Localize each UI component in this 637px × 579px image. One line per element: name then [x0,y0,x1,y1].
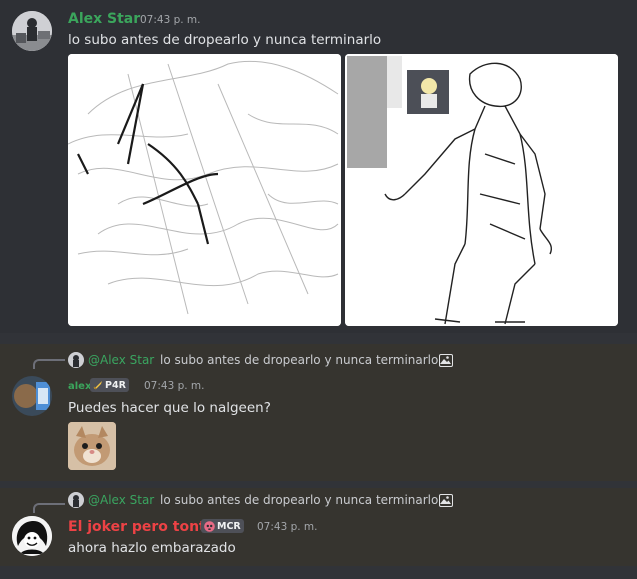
reply-mention[interactable]: @Alex Star [88,353,154,367]
message-alex-star: Alex Star 07:43 p. m. lo subo antes de d… [0,0,637,333]
reply-connector [33,359,65,369]
badge-label: P4R [105,379,126,391]
reply-mention[interactable]: @Alex Star [88,493,154,507]
timestamp: 07:43 p. m. [140,14,201,26]
reply-avatar[interactable] [68,352,84,368]
reply-text[interactable]: lo subo antes de dropearlo y nunca termi… [160,493,438,507]
reply-text[interactable]: lo subo antes de dropearlo y nunca termi… [160,353,438,367]
sketch-image-2[interactable] [345,54,618,326]
avatar[interactable] [12,376,52,416]
avatar[interactable] [12,516,52,556]
username[interactable]: alex [68,381,91,392]
image-icon [439,354,453,367]
badge-label: MCR [217,520,241,532]
username[interactable]: Alex Star [68,11,140,27]
message-alex: @Alex Star lo subo antes de dropearlo y … [0,344,637,481]
separator [0,481,637,488]
role-badge[interactable]: MCR [201,519,244,533]
message-el-joker: @Alex Star lo subo antes de dropearlo y … [0,488,637,566]
bottom-area [0,566,637,579]
sword-icon [93,381,102,390]
reply-avatar[interactable] [68,492,84,508]
sketch-image-1[interactable] [68,54,341,326]
reply-connector [33,503,65,513]
message-content: ahora hazlo embarazado [68,540,236,556]
role-badge[interactable]: P4R [90,378,129,392]
cat-image[interactable] [68,422,116,470]
avatar[interactable] [12,11,52,51]
image-icon [439,494,453,507]
timestamp: 07:43 p. m. [257,521,318,533]
username[interactable]: El joker pero tonto [68,519,215,535]
message-content: Puedes hacer que lo nalgeen? [68,400,271,416]
skull-icon [204,520,215,532]
message-content: lo subo antes de dropearlo y nunca termi… [68,32,382,48]
timestamp: 07:43 p. m. [144,380,205,392]
separator [0,333,637,344]
